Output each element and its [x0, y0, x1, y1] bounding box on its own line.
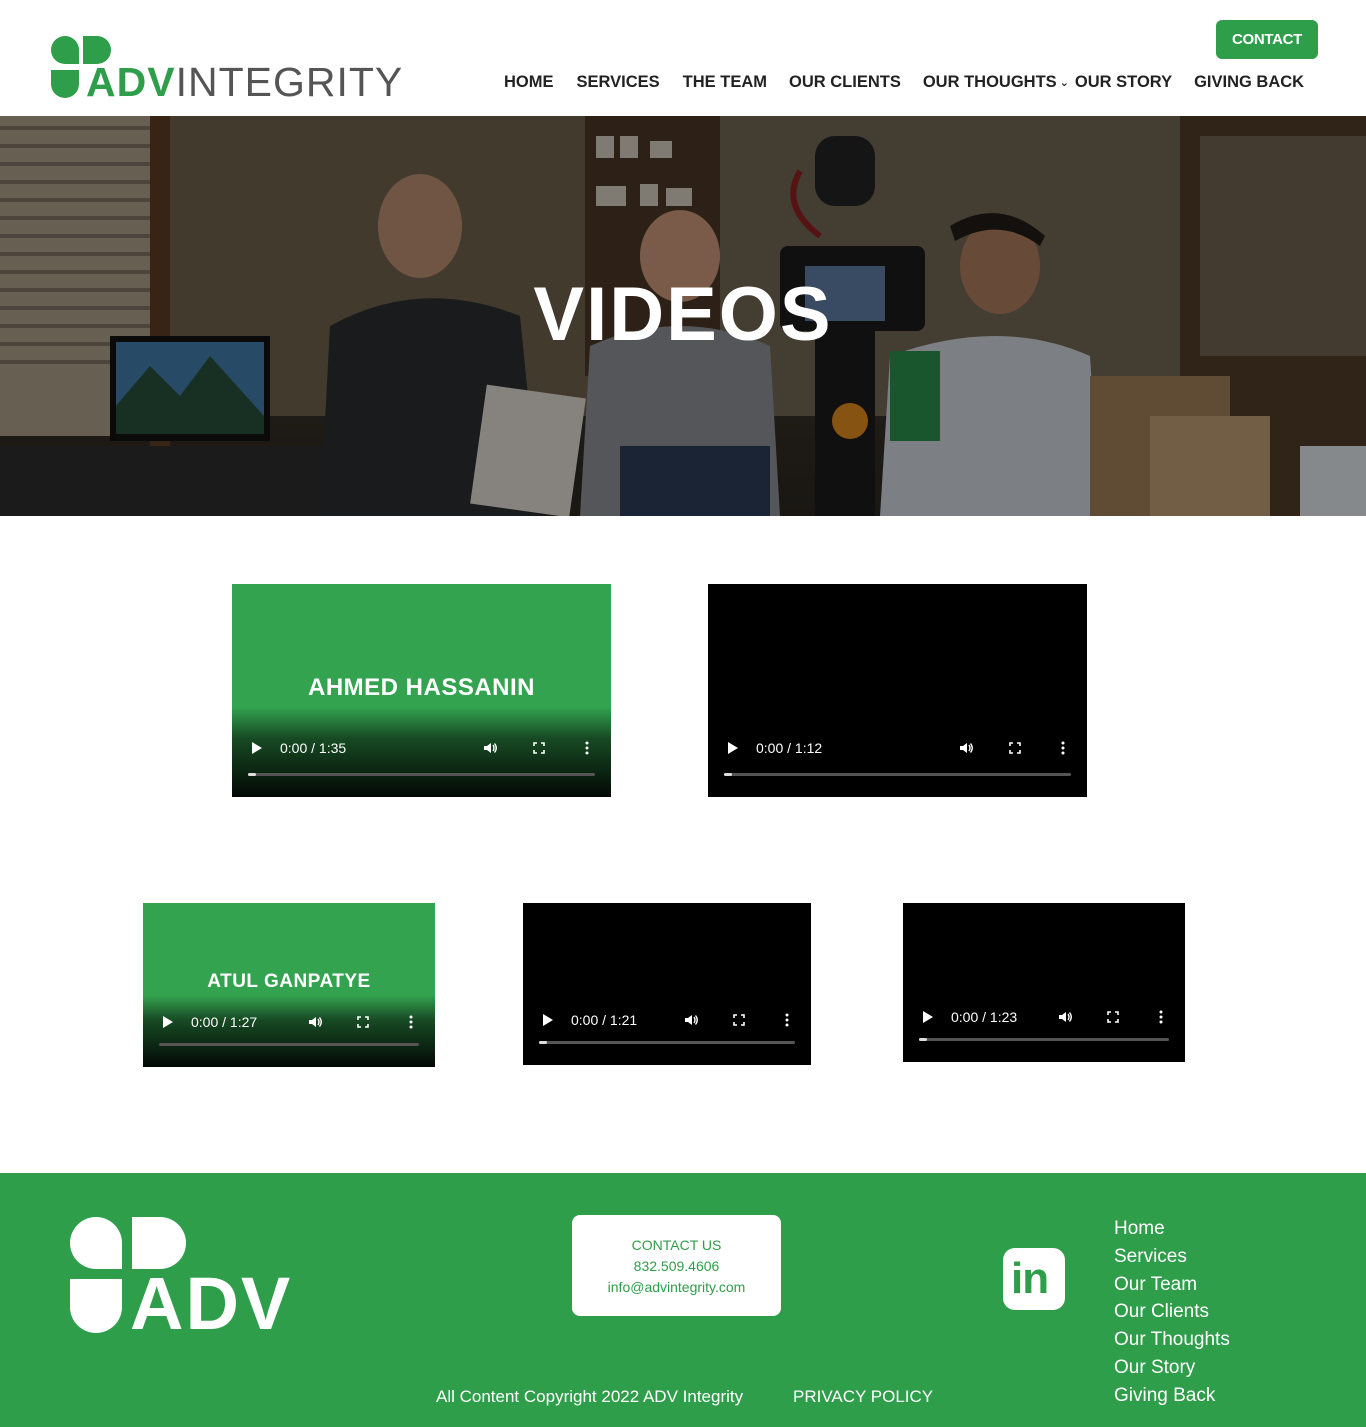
nav-giving-back[interactable]: GIVING BACK: [1194, 73, 1304, 92]
nav-our-thoughts-label: OUR THOUGHTS: [922, 73, 1057, 91]
video-time: 0:00 / 1:23: [951, 1009, 1018, 1025]
more-options-icon[interactable]: [1153, 1009, 1169, 1025]
nav-our-clients[interactable]: OUR CLIENTS: [789, 73, 901, 92]
video-time: 0:00 / 1:27: [191, 1014, 258, 1030]
video-time: 0:00 / 1:12: [756, 740, 823, 756]
nav-our-story[interactable]: OUR STORY: [1075, 73, 1172, 92]
volume-icon[interactable]: [307, 1014, 323, 1030]
copyright-text: All Content Copyright 2022 ADV Integrity: [436, 1387, 744, 1406]
chevron-down-icon: ⌄: [1059, 77, 1069, 89]
play-icon[interactable]: [923, 1011, 933, 1023]
volume-icon[interactable]: [683, 1012, 699, 1028]
video-player-4[interactable]: 0:00 / 1:21: [523, 903, 811, 1065]
progress-knob[interactable]: [539, 1041, 547, 1044]
play-icon[interactable]: [252, 742, 262, 754]
video-player-ahmed[interactable]: AHMED HASSANIN 0:00 / 1:35: [232, 584, 611, 797]
logo-wordmark: ADVINTEGRITY: [86, 59, 404, 105]
fullscreen-icon[interactable]: [355, 1014, 371, 1030]
nav-the-team[interactable]: THE TEAM: [683, 73, 767, 92]
contact-phone[interactable]: 832.509.4606: [572, 1256, 781, 1277]
more-options-icon[interactable]: [403, 1014, 419, 1030]
video-progress-bar[interactable]: [248, 773, 595, 776]
privacy-policy-link[interactable]: PRIVACY POLICY: [793, 1387, 933, 1407]
progress-knob[interactable]: [724, 773, 732, 776]
volume-icon[interactable]: [958, 740, 974, 756]
video-title: AHMED HASSANIN: [307, 674, 535, 701]
video-controls: 0:00 / 1:21: [523, 1004, 811, 1044]
linkedin-icon-text: in: [1011, 1254, 1049, 1303]
page-title: VIDEOS: [533, 272, 833, 357]
video-progress-bar[interactable]: [539, 1041, 795, 1044]
video-progress-bar[interactable]: [159, 1043, 419, 1046]
fullscreen-icon[interactable]: [531, 740, 547, 756]
more-options-icon[interactable]: [1055, 740, 1071, 756]
site-header: ADVINTEGRITY CONTACT HOME SERVICES THE T…: [0, 0, 1366, 116]
more-options-icon[interactable]: [779, 1012, 795, 1028]
footer-link-giving-back[interactable]: Giving Back: [1114, 1382, 1230, 1410]
play-icon[interactable]: [543, 1014, 553, 1026]
fullscreen-icon[interactable]: [731, 1012, 747, 1028]
nav-services[interactable]: SERVICES: [577, 73, 660, 92]
main-nav: HOME SERVICES THE TEAM OUR CLIENTS OUR T…: [504, 73, 1304, 92]
contact-us-title: CONTACT US: [631, 1237, 722, 1253]
footer-link-our-story[interactable]: Our Story: [1114, 1354, 1230, 1382]
volume-icon[interactable]: [482, 740, 498, 756]
progress-knob[interactable]: [248, 773, 256, 776]
footer-link-services[interactable]: Services: [1114, 1243, 1230, 1271]
video-time: 0:00 / 1:35: [280, 740, 347, 756]
video-controls: 0:00 / 1:23: [903, 1001, 1185, 1041]
contact-email[interactable]: info@advintegrity.com: [572, 1277, 781, 1298]
site-footer: ADV CONTACT US 832.509.4606 info@advinte…: [0, 1173, 1366, 1427]
video-player-5[interactable]: 0:00 / 1:23: [903, 903, 1185, 1062]
play-icon[interactable]: [163, 1016, 173, 1028]
play-icon[interactable]: [728, 742, 738, 754]
video-controls: 0:00 / 1:35: [232, 728, 611, 768]
logo-adv: ADV: [86, 59, 176, 105]
progress-knob[interactable]: [919, 1038, 927, 1041]
footer-logo-text: ADV: [130, 1262, 293, 1345]
video-progress-bar[interactable]: [724, 773, 1071, 776]
video-player-atul[interactable]: ATUL GANPATYE 0:00 / 1:27: [143, 903, 435, 1067]
contact-button[interactable]: CONTACT: [1216, 20, 1318, 59]
video-controls: 0:00 / 1:12: [708, 728, 1087, 768]
footer-nav: Home Services Our Team Our Clients Our T…: [1114, 1215, 1230, 1410]
linkedin-icon[interactable]: in: [1003, 1248, 1065, 1310]
contact-card: CONTACT US 832.509.4606 info@advintegrit…: [572, 1215, 781, 1316]
fullscreen-icon[interactable]: [1105, 1009, 1121, 1025]
video-controls: 0:00 / 1:27: [143, 1006, 435, 1046]
nav-home[interactable]: HOME: [504, 73, 554, 92]
video-player-2[interactable]: 0:00 / 1:12: [708, 584, 1087, 797]
footer-link-our-thoughts[interactable]: Our Thoughts: [1114, 1326, 1230, 1354]
footer-link-our-team[interactable]: Our Team: [1114, 1271, 1230, 1299]
video-title: ATUL GANPATYE: [207, 971, 371, 992]
logo-integrity: INTEGRITY: [175, 59, 404, 105]
volume-icon[interactable]: [1057, 1009, 1073, 1025]
footer-link-home[interactable]: Home: [1114, 1215, 1230, 1243]
video-progress-bar[interactable]: [919, 1038, 1169, 1041]
nav-our-thoughts[interactable]: OUR THOUGHTS ⌄: [923, 73, 1069, 92]
video-time: 0:00 / 1:21: [571, 1012, 638, 1028]
hero-banner: VIDEOS: [0, 116, 1366, 516]
more-options-icon[interactable]: [579, 740, 595, 756]
fullscreen-icon[interactable]: [1007, 740, 1023, 756]
footer-link-our-clients[interactable]: Our Clients: [1114, 1298, 1230, 1326]
